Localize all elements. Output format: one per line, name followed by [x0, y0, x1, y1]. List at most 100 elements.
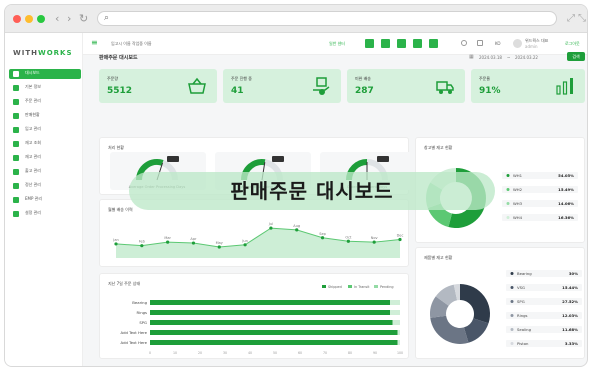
sidebar-item-label: 판매현황 [25, 112, 40, 117]
legend-swatch [510, 328, 514, 331]
sidebar-item[interactable]: 재고 관리 [9, 153, 81, 163]
sidebar-item[interactable]: 판매현황 [9, 111, 81, 121]
legend-swatch [510, 314, 514, 317]
legend-value: 30% [569, 271, 578, 276]
collapse-icon[interactable]: ⤡ [578, 13, 586, 24]
legend-label: Sealing [517, 327, 532, 332]
menu-toggle-icon[interactable]: ≡ [91, 38, 98, 47]
sidebar-item-icon [13, 141, 19, 147]
line-point [217, 245, 221, 249]
cart-icon[interactable] [429, 39, 438, 48]
bar-tick: 50 [273, 351, 277, 355]
overlay-title: 판매주문 대시보드 [230, 179, 394, 203]
legend-label: WH1 [513, 173, 523, 178]
legend-label: In Transit [354, 285, 370, 289]
gauge-tooltip [377, 156, 389, 162]
legend-swatch [506, 188, 510, 191]
legend-swatch [506, 216, 510, 219]
point-label: Oct [345, 235, 352, 239]
legend-value: 15.49% [558, 187, 574, 192]
sidebar-item-label: 기본 정보 [25, 84, 41, 89]
language-select[interactable]: KO [495, 41, 501, 46]
line-point [191, 241, 196, 245]
sidebar-item-icon [13, 155, 19, 161]
page-title: 판매주문 대시보드 [99, 55, 138, 61]
kpi-card-pending-delivery: 미완 배송 287 [347, 69, 465, 103]
bar-label: SPG [139, 320, 147, 325]
calendar-icon[interactable]: ▦ [469, 54, 474, 60]
line-point [269, 226, 273, 230]
document-icon[interactable] [397, 39, 406, 48]
point-label: Nov [371, 236, 378, 240]
store-icon[interactable] [381, 39, 390, 48]
avatar[interactable] [513, 39, 522, 48]
kpi-value: 5512 [107, 86, 133, 96]
search-button[interactable]: 검색 [567, 52, 585, 61]
sidebar-item[interactable]: 입고 관리 [9, 125, 81, 135]
warehouse-select[interactable]: 일반 센터 [329, 41, 345, 47]
legend-label: Piston [517, 341, 529, 346]
legend-label: Rings [517, 313, 528, 318]
sidebar-item-label: 출고 관리 [25, 168, 41, 173]
close-window-icon[interactable] [13, 15, 21, 23]
back-icon[interactable]: ‹ [55, 12, 59, 25]
legend-label: Bearing [517, 271, 532, 276]
sidebar-item-label: 주문 관리 [25, 98, 41, 103]
reload-icon[interactable]: ↻ [79, 12, 88, 25]
point-label: Apr [190, 237, 197, 241]
bar-label: Bearing [132, 300, 147, 305]
outbound-icon[interactable] [413, 39, 422, 48]
basket-icon [188, 77, 206, 94]
kpi-card-orders: 주문량 5512 [99, 69, 217, 103]
fullscreen-icon[interactable] [477, 40, 483, 46]
legend-swatch [322, 285, 326, 288]
sidebar-item-label: 입고 관리 [25, 126, 41, 131]
logout-button[interactable]: 로그아웃 [565, 41, 580, 47]
legend-swatch [510, 272, 514, 275]
sidebar-item[interactable]: 재고 조회 [9, 139, 81, 149]
sidebar-item-icon [13, 183, 19, 189]
inbound-icon[interactable] [365, 39, 374, 48]
legend-swatch [506, 202, 510, 205]
kpi-value: 91% [479, 86, 501, 96]
legend-label: WH4 [513, 215, 523, 220]
address-bar[interactable]: ⌕ [97, 11, 557, 26]
date-to[interactable]: 2024.03.22 [515, 55, 538, 60]
bar [150, 300, 390, 305]
sidebar-item[interactable]: 대시보드 [9, 69, 81, 79]
sidebar-item[interactable]: 설정 관리 [9, 209, 81, 219]
point-label: Feb [139, 240, 146, 244]
line-point [166, 240, 170, 244]
legend-value: 14.06% [558, 201, 574, 206]
browser-chrome: ‹ › ↻ ⌕ ⤢ ⤡ [5, 5, 587, 33]
minimize-window-icon[interactable] [25, 15, 33, 23]
forward-icon[interactable]: › [67, 12, 71, 25]
bar-label: Rings [137, 310, 148, 315]
sidebar-item-label: 설정 관리 [25, 210, 41, 215]
line-point [243, 243, 247, 247]
sidebar-item[interactable]: 출고 관리 [9, 167, 81, 177]
bar-tick: 90 [373, 351, 377, 355]
maximize-window-icon[interactable] [37, 15, 45, 23]
search-icon: ⌕ [104, 13, 110, 23]
bar-chart-icon [556, 78, 573, 95]
expand-icon[interactable]: ⤢ [567, 13, 575, 24]
legend-value: 27.52% [562, 299, 578, 304]
sidebar-item-icon [13, 99, 19, 105]
legend-value: 16.36% [558, 215, 574, 220]
sidebar-item[interactable]: 정산 관리 [9, 181, 81, 191]
sidebar-item[interactable]: EMP 관리 [9, 195, 81, 205]
kpi-value: 41 [231, 86, 244, 96]
date-from[interactable]: 2024.03.18 [479, 55, 502, 60]
bar-tick: 100 [397, 351, 403, 355]
kpi-value: 287 [355, 86, 374, 96]
kpi-label: 주문량 [107, 76, 119, 81]
bar-tick: 70 [323, 351, 327, 355]
sidebar-item[interactable]: 기본 정보 [9, 83, 81, 93]
kpi-label: 미완 배송 [355, 76, 371, 81]
sidebar-item[interactable]: 주문 관리 [9, 97, 81, 107]
notification-icon[interactable] [461, 40, 467, 46]
point-label: Sep [319, 232, 326, 236]
legend-swatch [510, 342, 514, 345]
gauge-tooltip [167, 156, 179, 162]
